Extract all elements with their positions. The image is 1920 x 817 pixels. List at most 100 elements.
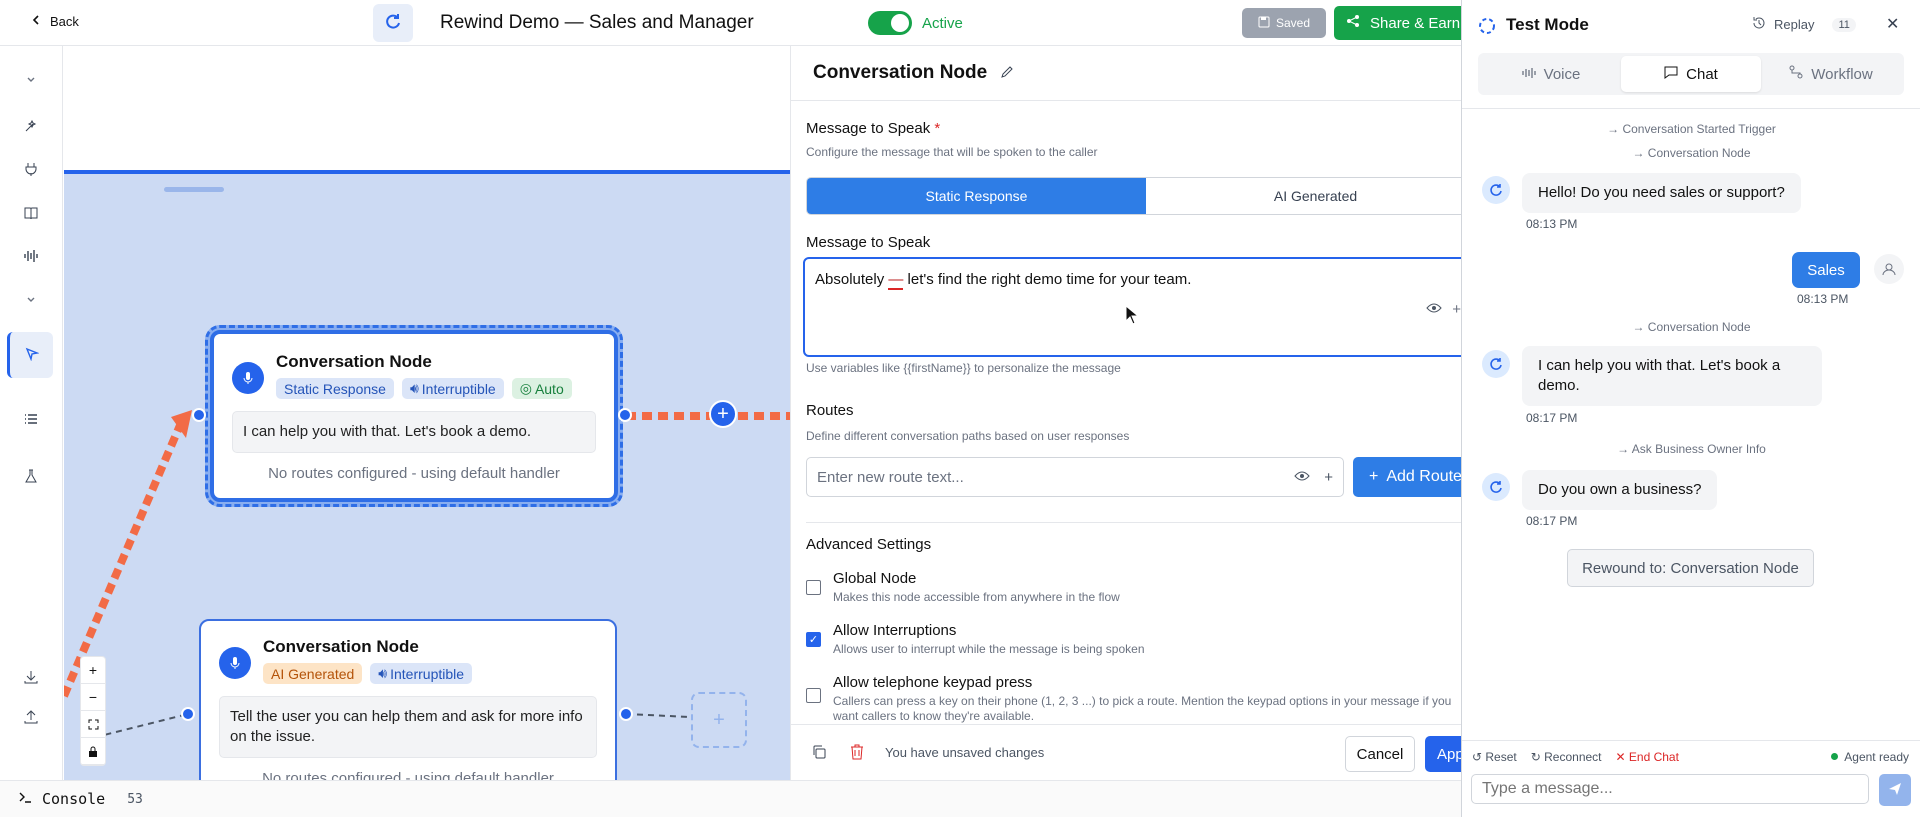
eye-icon[interactable] — [1426, 301, 1442, 318]
end-chat-label: End Chat — [1628, 749, 1679, 764]
reset-button[interactable]: ↺ Reset — [1472, 750, 1517, 764]
fit-view-button[interactable] — [81, 711, 105, 738]
setting-desc: Makes this node accessible from anywhere… — [833, 590, 1120, 604]
select-tool-button[interactable] — [7, 332, 53, 378]
replay-button[interactable]: Replay 11 — [1752, 16, 1856, 33]
sparkle-flow-icon[interactable] — [19, 114, 43, 138]
refresh-logo-button[interactable] — [373, 4, 413, 42]
console-bar[interactable]: Console 53 — [0, 780, 1461, 817]
upload-icon[interactable] — [19, 705, 43, 729]
tag-auto-label: Auto — [534, 380, 564, 397]
close-icon[interactable]: ✕ — [1886, 14, 1899, 34]
zoom-in-button[interactable]: + — [81, 657, 105, 684]
mouse-cursor-icon — [1125, 304, 1141, 329]
unsaved-changes-label: You have unsaved changes — [885, 745, 1045, 760]
message-mode-toggle: Static Response AI Generated — [806, 177, 1462, 215]
message-time: 08:13 PM — [1797, 292, 1849, 306]
node2-output-port[interactable] — [619, 707, 633, 721]
static-response-tab[interactable]: Static Response — [807, 178, 1146, 214]
trigger-label: → Conversation Started Trigger — [1607, 122, 1776, 136]
message-textarea[interactable]: Absolutely — let's find the right demo t… — [803, 257, 1462, 357]
eye-icon[interactable] — [1294, 469, 1310, 486]
list-icon[interactable] — [19, 407, 43, 431]
tab-workflow[interactable]: Workflow — [1761, 56, 1901, 92]
bot-avatar — [1482, 473, 1510, 501]
conversation-node-1[interactable]: Conversation Node Static Response 🔊︎ Inte… — [205, 325, 623, 507]
microphone-icon — [219, 647, 251, 679]
node1-output-port[interactable] — [618, 408, 632, 422]
chat-message-input[interactable] — [1471, 774, 1869, 804]
allow-interruptions-checkbox[interactable]: ✓ — [806, 632, 821, 647]
tag-interruptible-label: Interruptible — [390, 665, 465, 682]
route-input[interactable]: Enter new route text... + — [806, 457, 1344, 497]
chevron-down-icon[interactable] — [19, 68, 43, 92]
audio-wave-icon[interactable] — [19, 244, 43, 268]
share-earn-button[interactable]: Share & Earn — [1334, 6, 1474, 40]
console-label: Console — [42, 790, 106, 808]
setting-allow-interruptions: ✓ Allow Interruptions Allows user to int… — [806, 622, 1462, 657]
node1-input-port[interactable] — [192, 408, 206, 422]
spellcheck-mark: — — [888, 271, 904, 290]
setting-keypad-press: Allow telephone keypad press Callers can… — [806, 674, 1462, 724]
zoom-out-button[interactable]: − — [81, 684, 105, 711]
node2-input-port[interactable] — [181, 707, 195, 721]
flow-canvas[interactable]: Conversation Node Static Response 🔊︎ Inte… — [64, 46, 790, 780]
plus-icon[interactable]: + — [1324, 469, 1333, 486]
bot-avatar — [1482, 350, 1510, 378]
bot-avatar — [1482, 176, 1510, 204]
test-mode-title: Test Mode — [1506, 15, 1589, 34]
active-toggle[interactable] — [868, 11, 912, 35]
routes-label: Routes — [806, 402, 854, 419]
send-button[interactable] — [1879, 774, 1911, 806]
message-section-label-text: Message to Speak — [806, 120, 931, 137]
trigger-label: → Ask Business Owner Info — [1617, 442, 1766, 456]
workflow-icon — [1789, 65, 1803, 83]
global-node-checkbox[interactable] — [806, 580, 821, 595]
flask-icon[interactable] — [19, 464, 43, 488]
saved-button[interactable]: Saved — [1242, 8, 1326, 38]
save-icon — [1258, 16, 1270, 31]
add-node-button[interactable]: + — [709, 400, 737, 428]
keypad-press-checkbox[interactable] — [806, 688, 821, 703]
setting-title: Global Node — [833, 570, 917, 587]
plus-icon: + — [1369, 468, 1379, 485]
bot-message: I can help you with that. Let's book a d… — [1522, 346, 1822, 406]
add-route-button[interactable]: + Add Route — [1353, 457, 1462, 497]
reconnect-button[interactable]: ↻ Reconnect — [1531, 750, 1602, 764]
cancel-button[interactable]: Cancel — [1345, 736, 1415, 772]
tag-interruptible: 🔊︎ Interruptible — [370, 663, 473, 684]
download-icon[interactable] — [19, 665, 43, 689]
rewound-to-button[interactable]: Rewound to: Conversation Node — [1567, 549, 1814, 587]
plug-icon[interactable] — [19, 157, 43, 181]
end-chat-button[interactable]: ✕ End Chat — [1616, 750, 1679, 764]
tag-interruptible-label: Interruptible — [421, 380, 496, 397]
tab-voice[interactable]: Voice — [1481, 56, 1621, 92]
chevron-down-icon[interactable] — [19, 288, 43, 312]
message-time: 08:13 PM — [1526, 217, 1578, 231]
copy-icon[interactable] — [811, 744, 827, 763]
top-bar: Back Rewind Demo — Sales and Manager Act… — [0, 0, 1474, 46]
pencil-icon[interactable] — [999, 64, 1015, 83]
setting-global-node: Global Node Makes this node accessible f… — [806, 570, 1462, 605]
chevron-left-icon — [30, 14, 42, 29]
editor-footer: You have unsaved changes Cancel Apply — [791, 724, 1462, 780]
plus-icon[interactable]: + — [1452, 301, 1461, 318]
add-node-placeholder[interactable]: + — [691, 692, 747, 748]
back-button[interactable]: Back — [30, 14, 79, 29]
divider — [1462, 108, 1920, 109]
refresh-icon — [383, 12, 403, 35]
message-text-after: let's find the right demo time for your … — [903, 271, 1192, 288]
message-label: Message to Speak — [806, 234, 931, 251]
message-section-label: Message to Speak * — [806, 120, 940, 137]
trash-icon[interactable] — [850, 744, 864, 763]
lock-button[interactable] — [81, 738, 105, 765]
book-icon[interactable] — [19, 201, 43, 225]
apply-button[interactable]: Apply — [1425, 736, 1462, 772]
conversation-node-2[interactable]: Conversation Node AI Generated 🔊︎ Interru… — [199, 619, 617, 780]
tab-chat-label: Chat — [1686, 65, 1718, 83]
message-time: 08:17 PM — [1526, 411, 1578, 425]
setting-desc: Allows user to interrupt while the messa… — [833, 642, 1145, 656]
ai-generated-tab[interactable]: AI Generated — [1146, 178, 1462, 214]
reset-label: Reset — [1485, 749, 1517, 764]
tab-chat[interactable]: Chat — [1621, 56, 1761, 92]
